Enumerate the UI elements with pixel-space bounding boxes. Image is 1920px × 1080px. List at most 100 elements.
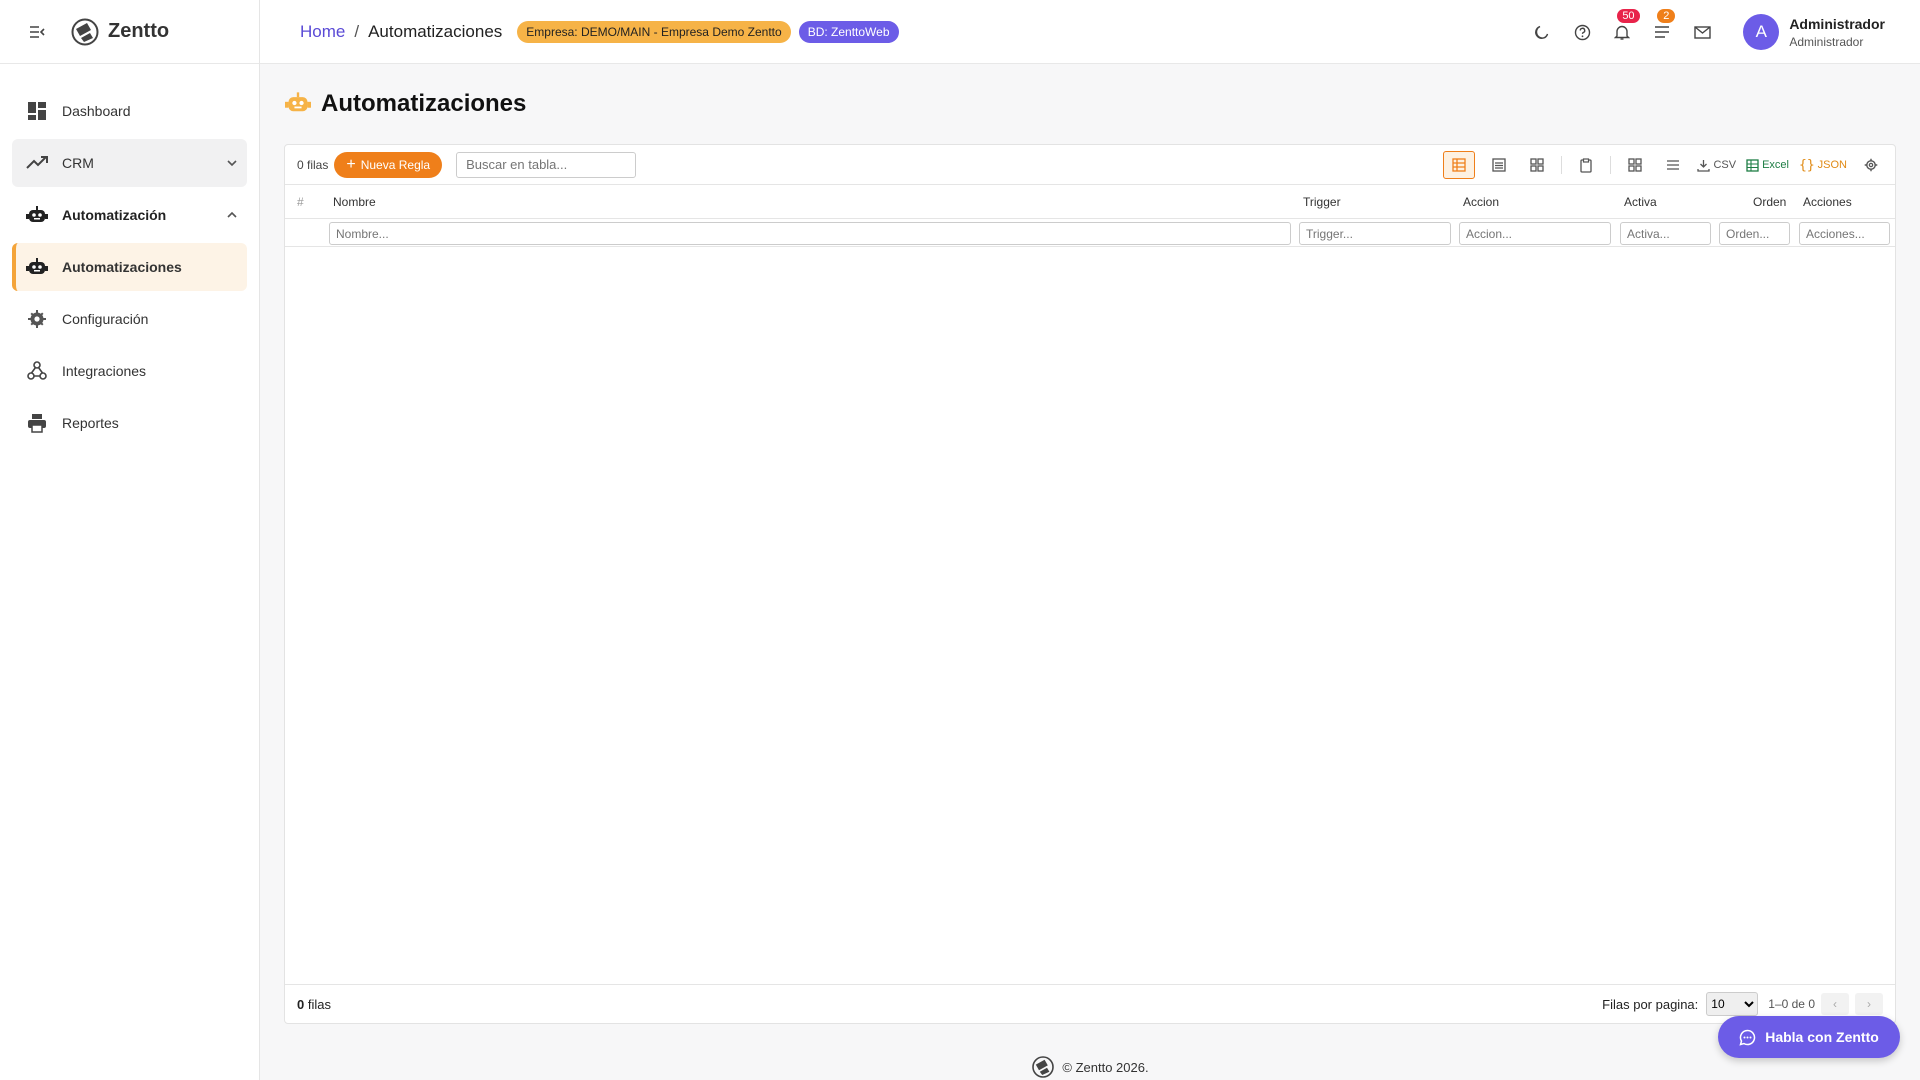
- filter-nombre-input[interactable]: [329, 222, 1291, 245]
- table-header-row: # Nombre Trigger Accion Activa Orden Acc…: [285, 185, 1895, 219]
- company-badge[interactable]: Empresa: DEMO/MAIN - Empresa Demo Zentto: [517, 20, 791, 43]
- braces-icon: {}: [1799, 157, 1815, 173]
- table-footer: 0 filas Filas por pagina: 10 1–0 de 0 ‹ …: [285, 985, 1895, 1023]
- new-rule-label: Nueva Regla: [360, 157, 431, 172]
- table-settings-icon[interactable]: [1857, 151, 1885, 179]
- excel-icon: [1746, 158, 1759, 172]
- page-header: Automatizaciones: [285, 90, 526, 118]
- footer-count-value: 0: [297, 996, 305, 1012]
- table-search-input[interactable]: [456, 151, 637, 178]
- column-header-orden[interactable]: Orden: [1753, 195, 1786, 209]
- notifications-count-badge: 50: [1617, 9, 1640, 23]
- breadcrumb-home-link[interactable]: Home: [300, 22, 345, 42]
- clipboard-icon[interactable]: [1572, 151, 1600, 179]
- page-range: 1–0 de 0: [1768, 997, 1815, 1011]
- help-icon[interactable]: [1571, 21, 1593, 43]
- user-role: Administrador: [1789, 34, 1864, 49]
- columns-grid-icon[interactable]: [1621, 151, 1649, 179]
- column-header-nombre[interactable]: Nombre: [333, 195, 376, 209]
- sidebar-item-label: CRM: [62, 155, 94, 171]
- rows-per-page-label: Filas por pagina:: [1602, 996, 1699, 1012]
- notifications-icon[interactable]: 50: [1611, 9, 1640, 43]
- sidebar-item-integraciones[interactable]: Integraciones: [12, 347, 247, 395]
- sidebar-item-label: Configuración: [62, 311, 149, 327]
- filter-accion-input[interactable]: [1459, 222, 1611, 245]
- export-csv-label: CSV: [1713, 159, 1737, 171]
- density-icon[interactable]: [1659, 151, 1687, 179]
- column-header-accion[interactable]: Accion: [1463, 195, 1499, 209]
- app-name: Zentto: [108, 20, 170, 42]
- table-toolbar: 0 filas + Nueva Regla Buscar en tabla...…: [285, 145, 1895, 185]
- sidebar: Zentto Dashboard CRM Automatización Auto…: [0, 0, 260, 1080]
- new-rule-button[interactable]: + Nueva Regla: [334, 151, 443, 178]
- data-table-card: 0 filas + Nueva Regla Buscar en tabla...…: [284, 144, 1896, 1024]
- top-icons: 50 2 A Administrador Administrador: [1531, 0, 1920, 64]
- user-info[interactable]: Administrador Administrador: [1789, 16, 1885, 49]
- sidebar-nav: Dashboard CRM Automatización Automatizac…: [0, 64, 259, 447]
- filter-acciones-input[interactable]: [1799, 222, 1890, 245]
- prev-page-button[interactable]: ‹: [1821, 993, 1849, 1015]
- robot-icon: [285, 91, 311, 118]
- column-header-activa[interactable]: Activa: [1624, 195, 1657, 209]
- zentto-logo-icon: [1032, 1056, 1055, 1078]
- chevron-up-icon: [223, 206, 241, 224]
- rows-per-page-select[interactable]: 10: [1706, 992, 1759, 1016]
- list-view-icon[interactable]: [1485, 151, 1513, 179]
- export-excel-label: Excel: [1762, 159, 1789, 171]
- breadcrumb-current: Automatizaciones: [368, 21, 503, 41]
- user-name: Administrador: [1789, 15, 1885, 32]
- pagination: Filas por pagina: 10 1–0 de 0 ‹ ›: [1602, 992, 1883, 1016]
- plus-icon: +: [346, 155, 356, 173]
- column-header-acciones[interactable]: Acciones: [1803, 195, 1852, 209]
- robot-icon: [26, 204, 48, 226]
- page-title: Automatizaciones: [321, 90, 527, 117]
- sidebar-item-label: Automatizaciones: [62, 259, 182, 275]
- table-view-icon[interactable]: [1443, 151, 1476, 179]
- page-footer: © Zentto 2026.: [260, 1055, 1920, 1079]
- copyright-text: © Zentto 2026.: [1062, 1059, 1149, 1075]
- toolbar-divider: [1610, 156, 1612, 174]
- sidebar-header: Zentto: [0, 0, 259, 64]
- table-filter-row: [285, 219, 1895, 247]
- avatar[interactable]: A: [1743, 14, 1780, 50]
- column-header-trigger[interactable]: Trigger: [1303, 195, 1341, 209]
- table-body: [285, 247, 1895, 985]
- rows-count: 0 filas: [297, 157, 329, 172]
- print-icon: [26, 412, 48, 434]
- tasks-count-badge: 2: [1657, 9, 1676, 23]
- sidebar-item-reportes[interactable]: Reportes: [12, 399, 247, 447]
- table-tools: CSV Excel {} JSON: [1433, 151, 1885, 179]
- sidebar-item-label: Integraciones: [62, 363, 147, 379]
- collapse-menu-icon[interactable]: [26, 21, 48, 43]
- chat-button-label: Habla con Zentto: [1765, 1029, 1879, 1045]
- filter-orden-input[interactable]: [1719, 222, 1790, 245]
- dark-mode-icon[interactable]: [1531, 21, 1553, 43]
- mail-icon[interactable]: [1691, 21, 1713, 43]
- grid-view-icon[interactable]: [1523, 151, 1551, 179]
- filter-activa-input[interactable]: [1620, 222, 1711, 245]
- sidebar-item-label: Automatización: [62, 207, 167, 223]
- trending-up-icon: [26, 152, 48, 174]
- column-header-index: #: [297, 195, 304, 209]
- footer-count-label: filas: [307, 996, 331, 1012]
- database-badge[interactable]: BD: ZenttoWeb: [798, 20, 899, 43]
- sidebar-item-automatizaciones[interactable]: Automatizaciones: [12, 243, 247, 291]
- export-csv-button[interactable]: CSV: [1697, 151, 1736, 179]
- chevron-down-icon: [223, 154, 241, 172]
- filter-trigger-input[interactable]: [1299, 222, 1451, 245]
- download-icon: [1697, 159, 1711, 172]
- app-logo[interactable]: Zentto: [70, 17, 169, 47]
- sidebar-item-automatizacion[interactable]: Automatización: [12, 191, 247, 239]
- sidebar-item-configuracion[interactable]: Configuración: [12, 295, 247, 343]
- breadcrumb-separator: /: [354, 21, 360, 41]
- export-json-label: JSON: [1817, 159, 1847, 171]
- gear-icon: [26, 308, 48, 330]
- chat-button[interactable]: Habla con Zentto: [1718, 1016, 1900, 1058]
- export-excel-button[interactable]: Excel: [1746, 151, 1789, 179]
- export-json-button[interactable]: {} JSON: [1799, 151, 1847, 179]
- webhook-icon: [26, 360, 48, 382]
- sidebar-item-dashboard[interactable]: Dashboard: [12, 87, 247, 135]
- sidebar-item-crm[interactable]: CRM: [12, 139, 247, 187]
- tasks-icon[interactable]: 2: [1651, 9, 1676, 43]
- next-page-button[interactable]: ›: [1855, 993, 1883, 1015]
